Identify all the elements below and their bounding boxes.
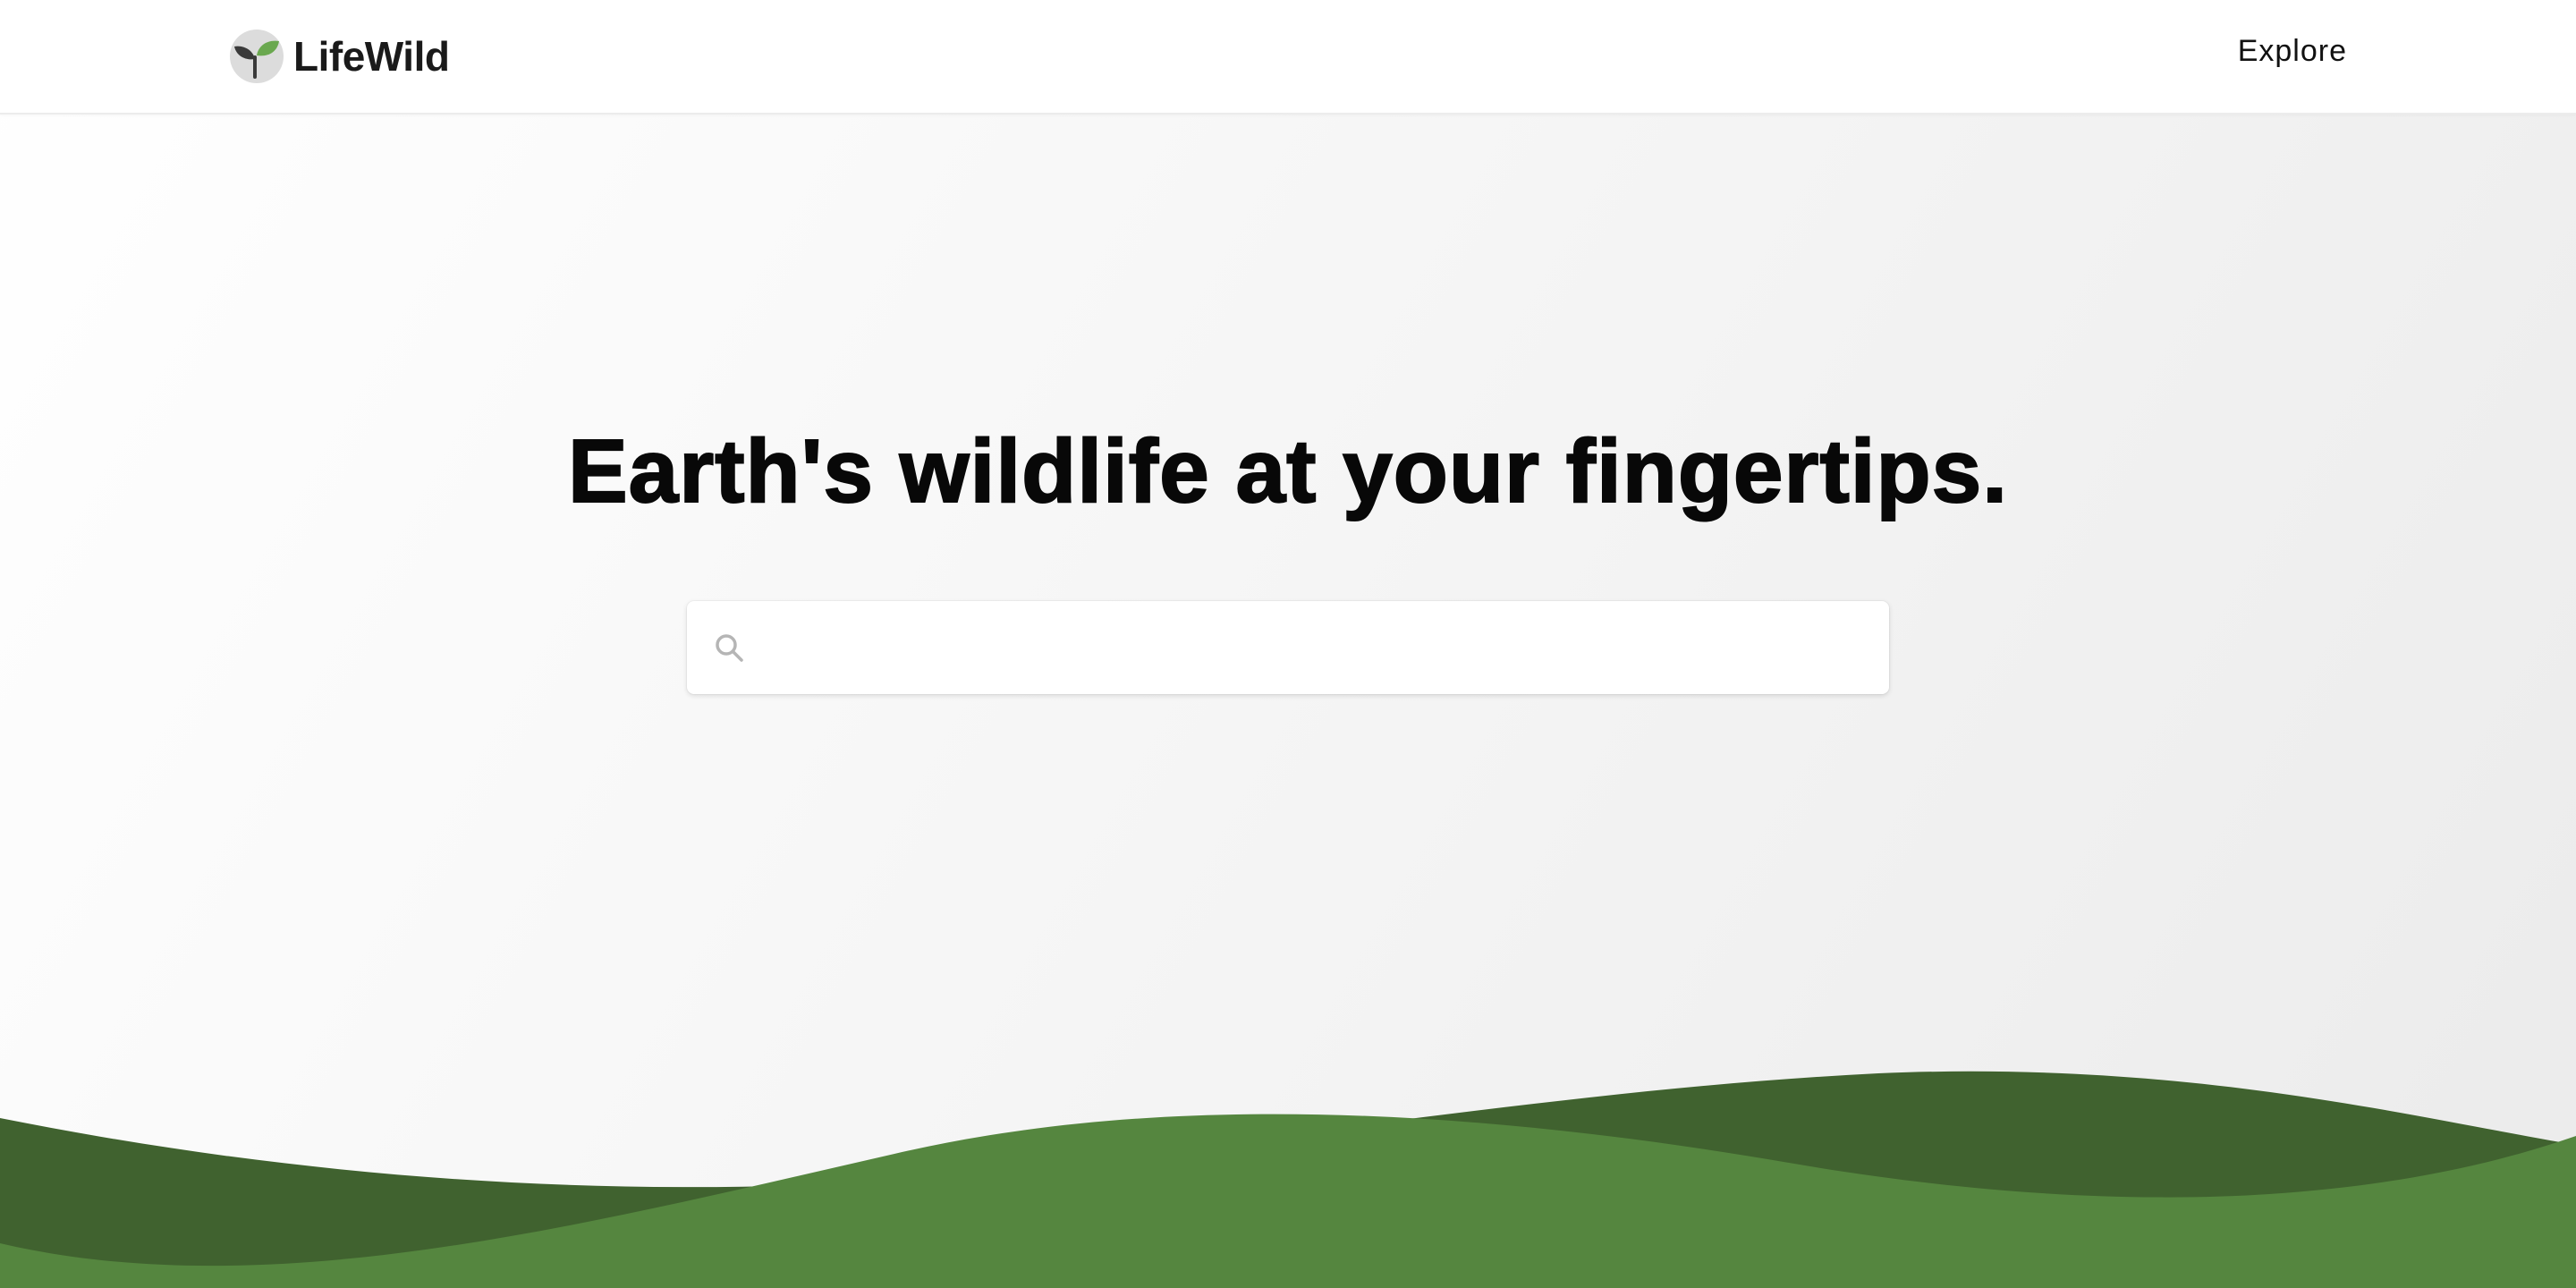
brand-name: LifeWild — [293, 33, 450, 80]
search-icon — [716, 634, 743, 662]
nav-explore-link[interactable]: Explore — [2238, 34, 2347, 69]
brand-home-link[interactable]: LifeWild — [229, 27, 450, 86]
top-navigation-bar: LifeWild Explore — [0, 0, 2576, 114]
green-hills-decoration — [0, 1071, 2576, 1288]
search-box[interactable] — [687, 601, 1889, 696]
sprout-logo-icon — [230, 30, 284, 83]
search-input[interactable] — [767, 601, 1871, 696]
hero-title: Earth's wildlife at your fingertips. — [567, 420, 2009, 522]
